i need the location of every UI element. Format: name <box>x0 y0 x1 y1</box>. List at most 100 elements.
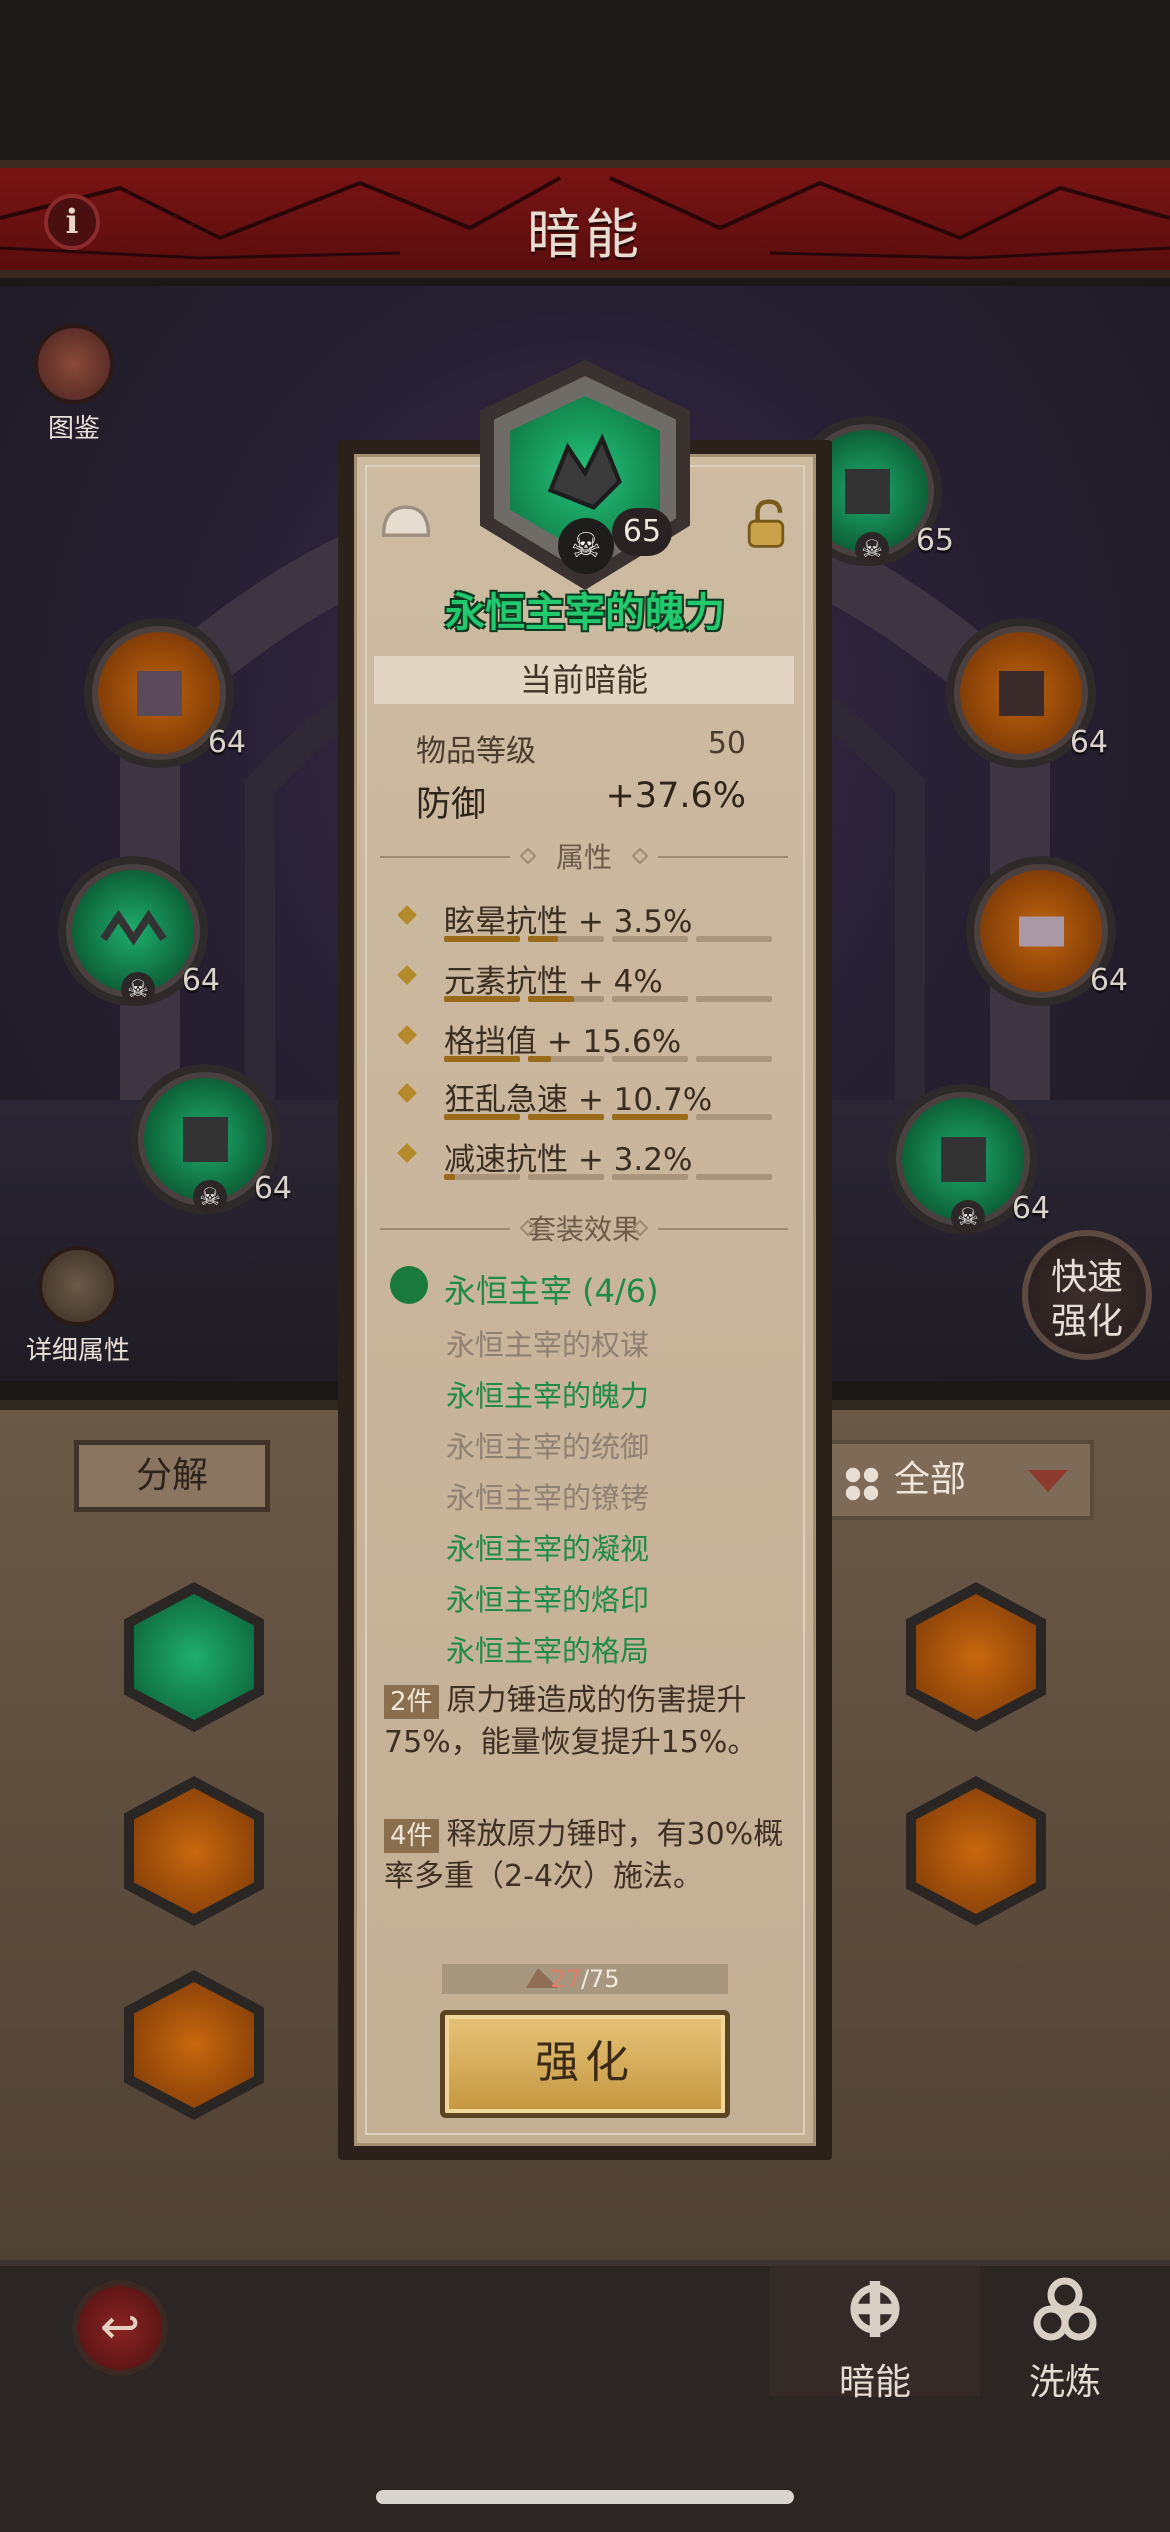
attribute-bar-segment <box>696 936 772 942</box>
attribute-bar-segment <box>696 1056 772 1062</box>
chevron-down-icon <box>1028 1470 1068 1492</box>
inventory-item[interactable] <box>124 1582 264 1732</box>
skull-icon: ☠ <box>121 972 155 1006</box>
slot-level: 64 <box>181 963 220 998</box>
bonus-tag: 4件 <box>384 1819 439 1853</box>
belt-icon <box>1019 916 1064 947</box>
equip-slot[interactable]: 64 <box>966 856 1128 1006</box>
cost-need: /75 <box>580 1965 620 1993</box>
tab-dark-energy[interactable]: 暗能 <box>770 2266 980 2403</box>
helmet-icon[interactable] <box>378 496 434 552</box>
set-piece: 永恒主宰的镣铐 <box>446 1481 650 1515</box>
attribute-bars <box>444 1056 774 1062</box>
diamond-icon <box>397 965 417 985</box>
skull-icon: ☠ <box>193 1180 227 1214</box>
equip-slot[interactable]: ☠ 64 <box>130 1064 292 1214</box>
quick-upgrade-label: 快速 强化 <box>1050 1257 1123 1342</box>
attributes-divider: 属性 <box>380 836 788 876</box>
filter-label: 全部 <box>894 1459 967 1500</box>
attribute-text: 眩晕抗性 + 3.5% <box>444 904 693 940</box>
title-bar: i 暗能 <box>0 160 1170 278</box>
helm-icon <box>100 909 167 946</box>
grid-icon <box>845 1467 879 1501</box>
equip-slot[interactable]: ☠ 64 <box>58 856 220 1006</box>
equip-slot[interactable]: 64 <box>84 618 246 768</box>
details-label: 详细属性 <box>25 1336 130 1366</box>
inventory-item[interactable] <box>124 1776 264 1926</box>
diamond-icon <box>397 1025 417 1045</box>
attribute-bar-segment <box>528 1056 604 1062</box>
attribute-text: 元素抗性 + 4% <box>444 964 663 1000</box>
set-piece: 永恒主宰的权谋 <box>446 1328 650 1362</box>
set-divider: 套装效果 <box>380 1208 788 1248</box>
attribute-bar-segment <box>696 1114 772 1120</box>
dark-energy-icon <box>850 2281 900 2337</box>
slot-level: 64 <box>1069 725 1108 760</box>
tab-label: 洗炼 <box>1028 2362 1101 2403</box>
attribute-row: 元素抗性 + 4% <box>397 956 780 1016</box>
attributes-header: 属性 <box>555 841 612 874</box>
bonus-tag: 2件 <box>384 1685 439 1719</box>
quick-upgrade-button[interactable]: 快速 强化 <box>1022 1230 1152 1360</box>
back-button[interactable]: ↩ <box>72 2280 168 2376</box>
attribute-bar-segment <box>528 1174 604 1180</box>
diamond-icon <box>397 905 417 925</box>
skull-icon: ☠ <box>558 518 614 574</box>
main-stat-value: +37.6% <box>605 776 746 816</box>
set-piece: 永恒主宰的格局 <box>446 1634 650 1668</box>
upgrade-button[interactable]: 强化 <box>440 2010 730 2118</box>
shoulder-icon <box>941 1137 986 1182</box>
unlock-icon[interactable] <box>738 496 794 552</box>
pants-icon <box>916 1788 1036 1914</box>
set-name: 永恒主宰 (4/6) <box>444 1272 659 1310</box>
inventory-item[interactable] <box>124 1970 264 2120</box>
inventory-item[interactable] <box>906 1776 1046 1926</box>
slot-level: 65 <box>915 523 954 558</box>
main-stat-row: 防御 +37.6% <box>416 776 746 825</box>
decompose-button[interactable]: 分解 <box>74 1440 270 1512</box>
attribute-bar-segment <box>528 996 604 1002</box>
item-name: 永恒主宰的魄力 <box>445 590 725 636</box>
attribute-bars <box>444 1174 774 1180</box>
attribute-bar-segment <box>444 1056 520 1062</box>
bracer-icon <box>999 671 1044 716</box>
tab-refine[interactable]: 洗炼 <box>960 2266 1170 2403</box>
attribute-text: 减速抗性 + 3.2% <box>444 1142 693 1178</box>
filter-dropdown[interactable]: 全部 <box>820 1440 1094 1520</box>
attribute-bar-segment <box>612 936 688 942</box>
attribute-bar-segment <box>612 1174 688 1180</box>
attribute-row: 狂乱急速 + 10.7% <box>397 1074 780 1134</box>
sword-icon <box>916 1594 1036 1720</box>
diamond-icon <box>397 1143 417 1163</box>
skull-icon: ☠ <box>855 532 889 566</box>
attribute-bars <box>444 996 774 1002</box>
stats-icon <box>38 1246 118 1326</box>
attribute-bar-segment <box>444 936 520 942</box>
equip-slot[interactable]: ☠ 64 <box>888 1084 1050 1234</box>
attribute-bar-segment <box>696 1174 772 1180</box>
set-piece: 永恒主宰的烙印 <box>446 1583 650 1617</box>
attribute-bar-segment <box>444 1114 520 1120</box>
attribute-row: 格挡值 + 15.6% <box>397 1016 780 1076</box>
set-piece: 永恒主宰的统御 <box>446 1430 650 1464</box>
attribute-bar-segment <box>444 996 520 1002</box>
details-button[interactable]: 详细属性 <box>18 1246 138 1367</box>
set-piece: 永恒主宰的魄力 <box>446 1379 650 1413</box>
equip-slot[interactable]: 64 <box>946 618 1108 768</box>
decompose-label: 分解 <box>135 1455 208 1496</box>
skull-icon: ☠ <box>951 1200 985 1234</box>
attribute-bar-segment <box>612 1114 688 1120</box>
upgrade-cost: 27/75 <box>442 1964 728 1994</box>
page-title: 暗能 <box>527 203 643 266</box>
attribute-bar-segment <box>696 996 772 1002</box>
inventory-item[interactable] <box>906 1582 1046 1732</box>
gauntlet-icon <box>137 671 182 716</box>
attribute-bar-segment <box>612 1056 688 1062</box>
item-level-badge: 65 <box>612 508 672 556</box>
codex-button[interactable]: 图鉴 <box>24 324 124 445</box>
attribute-bar-segment <box>612 996 688 1002</box>
attribute-text: 狂乱急速 + 10.7% <box>444 1082 713 1118</box>
slot-level: 64 <box>1089 963 1128 998</box>
cost-have: 27 <box>550 1965 581 1993</box>
attribute-bar-segment <box>444 1174 520 1180</box>
